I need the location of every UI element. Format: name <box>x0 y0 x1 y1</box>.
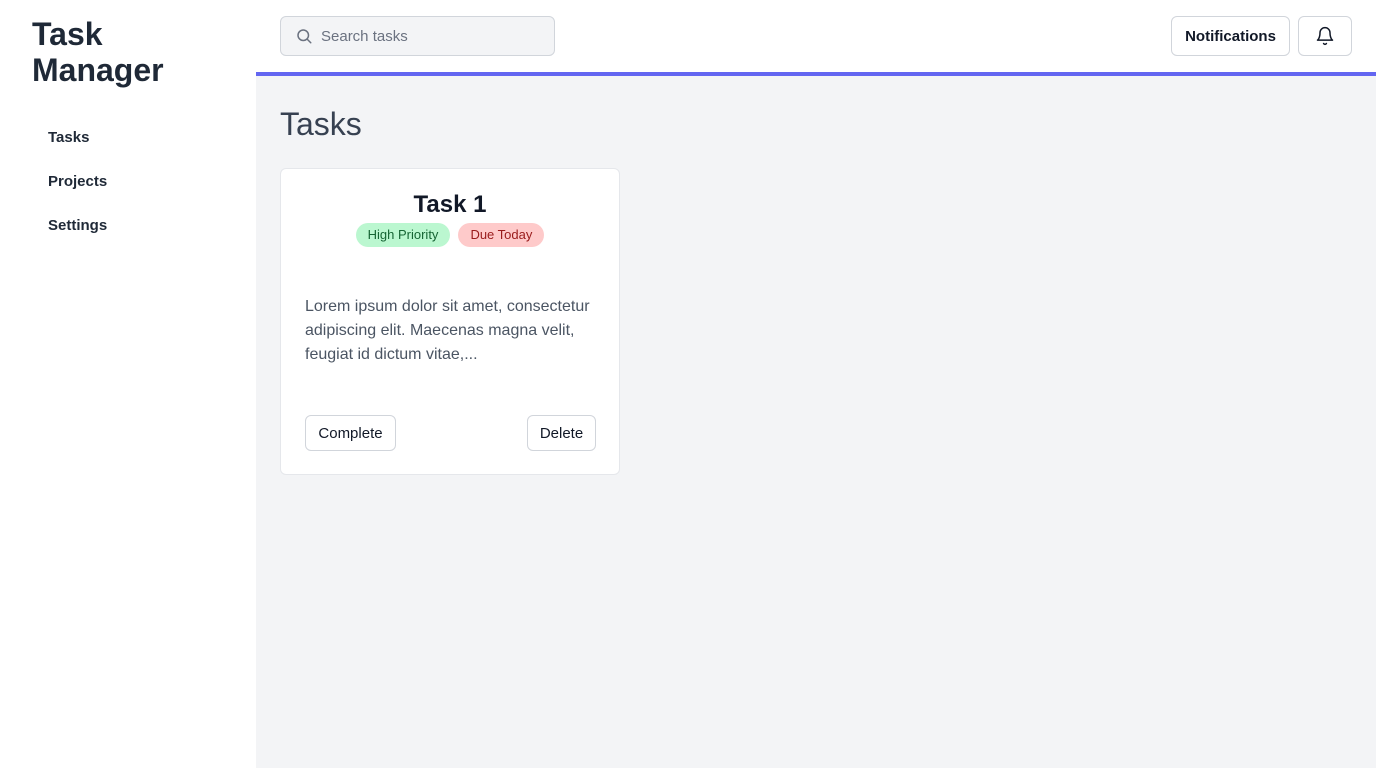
task-card: Task 1 High Priority Due Today Lorem ips… <box>280 168 620 475</box>
search-input[interactable] <box>321 27 541 45</box>
task-badges: High Priority Due Today <box>281 223 619 247</box>
app-title: Task Manager <box>32 16 164 88</box>
due-badge: Due Today <box>458 223 545 247</box>
complete-button[interactable]: Complete <box>305 415 396 451</box>
page-title: Tasks <box>280 106 362 142</box>
bell-button[interactable] <box>1298 16 1352 56</box>
sidebar-nav: Tasks Projects Settings <box>32 116 232 248</box>
app-root: Task Manager Tasks Projects Settings Not… <box>0 0 1376 768</box>
bell-icon <box>1315 26 1335 46</box>
notifications-button[interactable]: Notifications <box>1171 16 1290 56</box>
sidebar-item-settings[interactable]: Settings <box>32 204 232 248</box>
top-bar: Notifications <box>256 0 1376 72</box>
task-title: Task 1 <box>413 191 487 218</box>
priority-badge: High Priority <box>355 223 451 247</box>
main-content: Tasks Task 1 High Priority Due Today Lor… <box>256 76 1376 768</box>
task-description: Lorem ipsum dolor sit amet, consectetur … <box>305 298 590 363</box>
search-icon <box>295 27 313 45</box>
search-box[interactable] <box>280 16 555 56</box>
sidebar-item-projects[interactable]: Projects <box>32 160 232 204</box>
sidebar: Task Manager Tasks Projects Settings <box>0 0 256 768</box>
delete-button[interactable]: Delete <box>527 415 596 451</box>
sidebar-item-tasks[interactable]: Tasks <box>32 116 232 160</box>
